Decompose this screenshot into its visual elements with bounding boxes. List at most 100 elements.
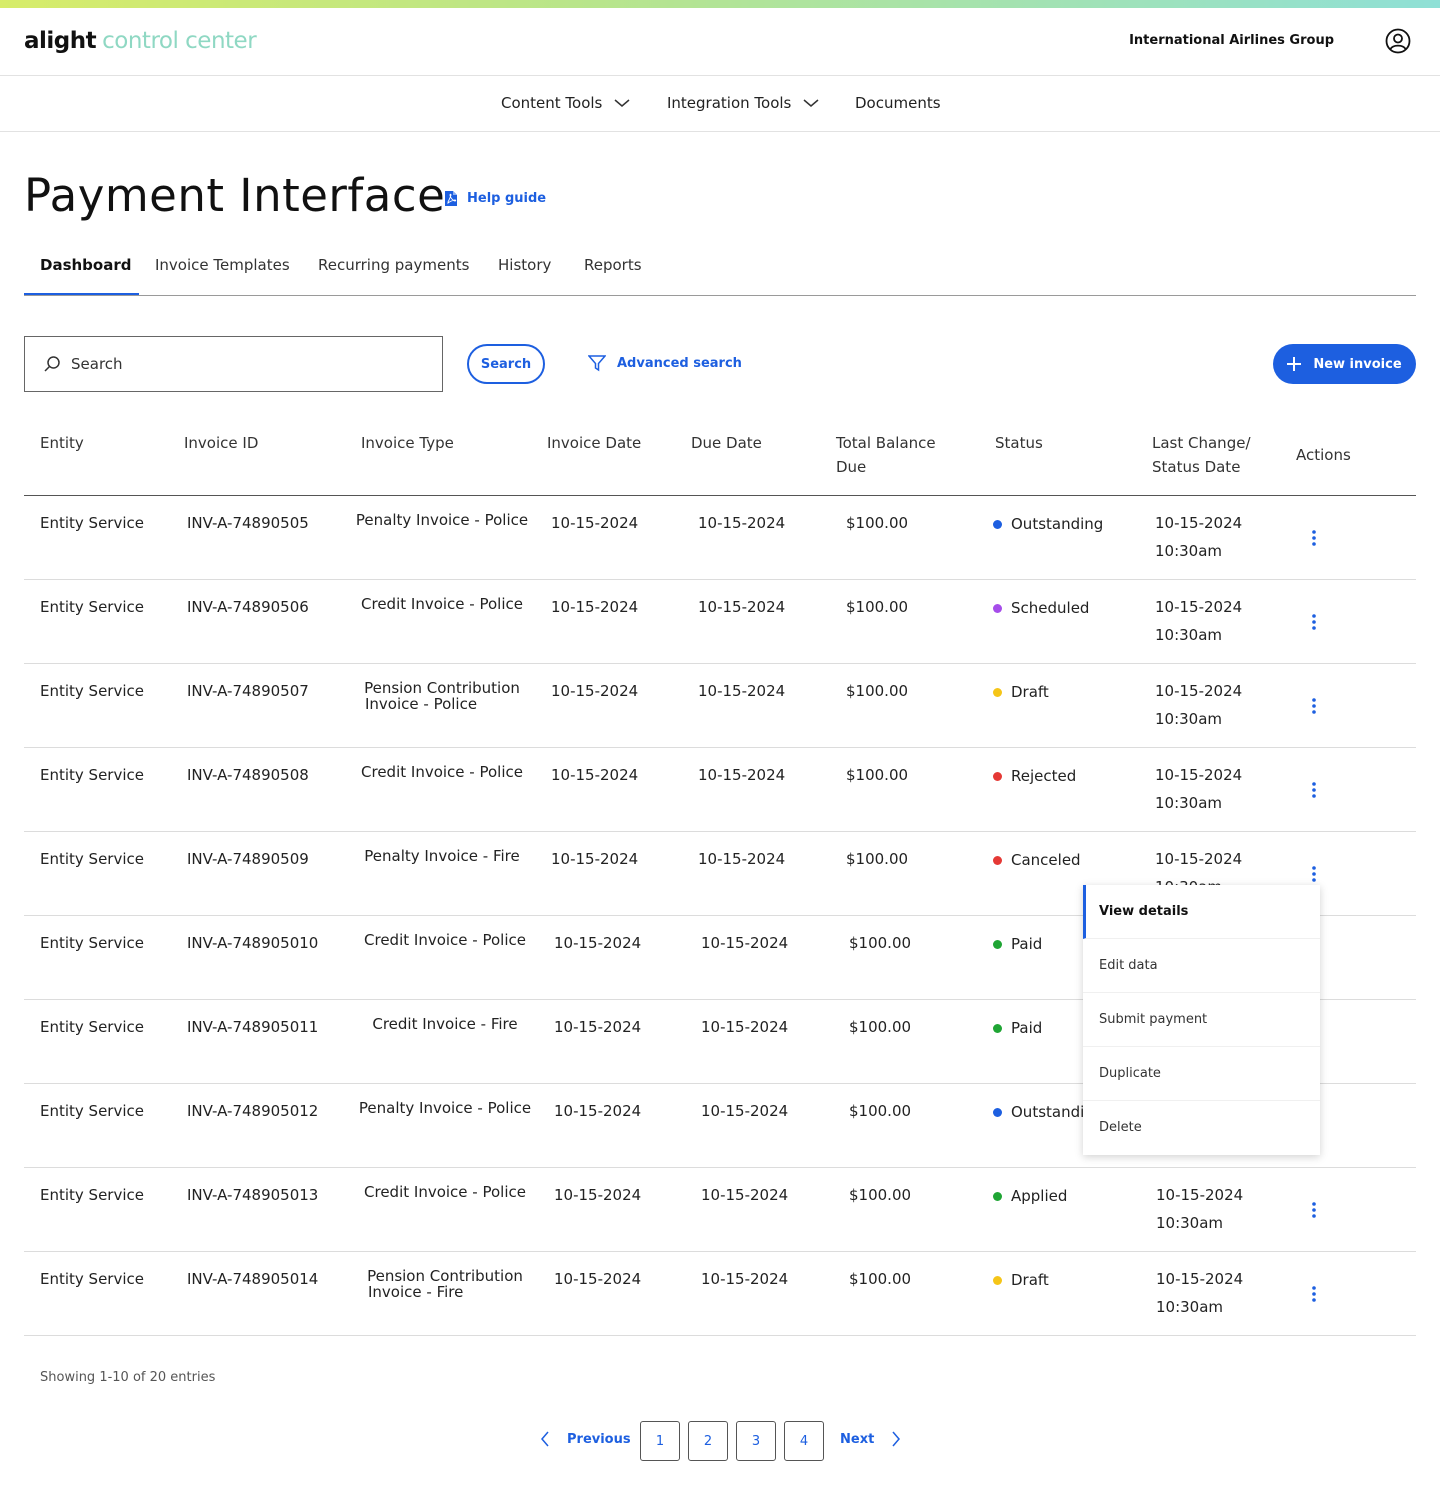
more-actions-icon[interactable] xyxy=(1304,609,1324,635)
page-1-button[interactable]: 1 xyxy=(640,1421,680,1461)
new-invoice-label: New invoice xyxy=(1313,356,1402,372)
cell-due-date: 10-15-2024 xyxy=(698,514,786,532)
app-logo[interactable]: alight control center xyxy=(24,26,257,56)
last-change-time: 10:30am xyxy=(1156,1298,1224,1316)
plus-icon xyxy=(1287,357,1302,371)
last-change-date: 10-15-2024 xyxy=(1155,514,1243,532)
cell-entity: Entity Service xyxy=(40,1270,144,1288)
col-header-entity[interactable]: Entity xyxy=(40,431,84,455)
status-label: Outstanding xyxy=(1011,515,1104,533)
page-3-button[interactable]: 3 xyxy=(736,1421,776,1461)
new-invoice-button[interactable]: New invoice xyxy=(1273,344,1416,384)
status-badge: Paid xyxy=(993,934,1042,954)
active-tab-indicator xyxy=(24,293,139,295)
cell-entity: Entity Service xyxy=(40,850,144,868)
col-header-invoice-id[interactable]: Invoice ID xyxy=(184,431,258,455)
cell-last-change: 10-15-2024 10:30am xyxy=(1155,761,1242,817)
menu-edit-data[interactable]: Edit data xyxy=(1083,939,1320,993)
cell-invoice-date: 10-15-2024 xyxy=(551,850,639,868)
next-page-link[interactable]: Next xyxy=(840,1431,901,1447)
cell-invoice-type: Pension Contribution Invoice - Police xyxy=(342,680,542,712)
more-actions-icon[interactable] xyxy=(1304,777,1324,803)
tab-reports[interactable]: Reports xyxy=(584,255,642,275)
page-2-button[interactable]: 2 xyxy=(688,1421,728,1461)
status-badge: Rejected xyxy=(993,766,1076,786)
cell-entity: Entity Service xyxy=(40,514,144,532)
cell-entity: Entity Service xyxy=(40,1102,144,1120)
search-button[interactable]: Search xyxy=(467,344,545,384)
cell-invoice-type: Credit Invoice - Police xyxy=(345,932,545,948)
last-change-date: 10-15-2024 xyxy=(1155,766,1243,784)
more-actions-icon[interactable] xyxy=(1304,1197,1324,1223)
last-change-date: 10-15-2024 xyxy=(1156,1270,1244,1288)
table-row[interactable]: Entity Service INV-A-748905014 Pension Con… xyxy=(24,1252,1416,1336)
menu-submit-payment[interactable]: Submit payment xyxy=(1083,993,1320,1047)
more-actions-icon[interactable] xyxy=(1304,1281,1324,1307)
col-header-balance[interactable]: Total Balance Due xyxy=(836,431,936,479)
col-header-invoice-date[interactable]: Invoice Date xyxy=(547,431,641,455)
cell-last-change: 10-15-2024 10:30am xyxy=(1155,509,1242,565)
table-row[interactable]: Entity Service INV-A-74890506 Credit Invoi… xyxy=(24,580,1416,664)
last-change-time: 10:30am xyxy=(1155,542,1223,560)
status-badge: Applied xyxy=(993,1186,1067,1206)
cell-due-date: 10-15-2024 xyxy=(698,682,786,700)
status-label: Paid xyxy=(1011,1019,1043,1037)
search-input[interactable] xyxy=(71,355,411,373)
cell-due-date: 10-15-2024 xyxy=(701,1018,789,1036)
cell-invoice-id: INV-A-748905014 xyxy=(187,1270,319,1288)
menu-view-details[interactable]: View details xyxy=(1083,885,1320,939)
advanced-search-link[interactable]: Advanced search xyxy=(588,354,742,372)
status-dot xyxy=(993,1107,1002,1117)
col-header-last-change-line1: Last Change/ xyxy=(1152,434,1251,452)
col-header-due-date[interactable]: Due Date xyxy=(691,431,762,455)
page-title: Payment Interface xyxy=(24,169,446,222)
cell-entity: Entity Service xyxy=(40,1018,144,1036)
more-actions-icon[interactable] xyxy=(1304,525,1324,551)
nav-content-tools[interactable]: Content Tools xyxy=(501,93,630,113)
col-header-last-change-line2: Status Date xyxy=(1152,458,1241,476)
invoice-type-line1: Pension Contribution xyxy=(364,679,520,697)
search-icon xyxy=(44,356,60,372)
previous-label: Previous xyxy=(567,1431,631,1447)
table-row[interactable]: Entity Service INV-A-74890508 Credit Invoi… xyxy=(24,748,1416,832)
last-change-date: 10-15-2024 xyxy=(1156,1186,1244,1204)
help-guide-link[interactable]: Help guide xyxy=(444,190,546,207)
nav-documents[interactable]: Documents xyxy=(855,93,941,113)
col-header-invoice-type[interactable]: Invoice Type xyxy=(361,431,454,455)
status-badge: Outstanding xyxy=(993,514,1103,534)
cell-due-date: 10-15-2024 xyxy=(698,766,786,784)
search-field[interactable] xyxy=(24,336,443,392)
tab-recurring-payments[interactable]: Recurring payments xyxy=(318,255,469,275)
table-row[interactable]: Entity Service INV-A-74890505 Penalty Invo… xyxy=(24,496,1416,580)
status-dot xyxy=(993,519,1002,529)
tab-dashboard[interactable]: Dashboard xyxy=(40,255,131,275)
tab-invoice-templates[interactable]: Invoice Templates xyxy=(155,255,290,275)
col-header-last-change[interactable]: Last Change/ Status Date xyxy=(1152,431,1251,479)
nav-integration-tools[interactable]: Integration Tools xyxy=(667,93,819,113)
nav-item-label: Content Tools xyxy=(501,94,603,112)
tab-history[interactable]: History xyxy=(498,255,551,275)
table-row[interactable]: Entity Service INV-A-74890507 Pension Cont… xyxy=(24,664,1416,748)
last-change-time: 10:30am xyxy=(1155,794,1223,812)
cell-invoice-type: Penalty Invoice - Fire xyxy=(342,848,542,864)
more-actions-icon[interactable] xyxy=(1304,861,1324,887)
status-dot xyxy=(993,1191,1002,1201)
col-header-status[interactable]: Status xyxy=(995,431,1043,455)
more-actions-icon[interactable] xyxy=(1304,693,1324,719)
cell-invoice-type: Credit Invoice - Police xyxy=(342,596,542,612)
filter-icon xyxy=(588,355,606,372)
last-change-date: 10-15-2024 xyxy=(1155,598,1243,616)
menu-duplicate[interactable]: Duplicate xyxy=(1083,1047,1320,1101)
cell-invoice-date: 10-15-2024 xyxy=(551,598,639,616)
status-dot xyxy=(993,855,1002,865)
status-label: Rejected xyxy=(1011,767,1077,785)
table-row[interactable]: Entity Service INV-A-748905013 Credit Invo… xyxy=(24,1168,1416,1252)
cell-invoice-id: INV-A-748905010 xyxy=(187,934,319,952)
cell-invoice-id: INV-A-74890508 xyxy=(187,766,309,784)
page-4-button[interactable]: 4 xyxy=(784,1421,824,1461)
user-circle-icon[interactable] xyxy=(1385,28,1411,54)
menu-delete[interactable]: Delete xyxy=(1083,1101,1320,1155)
previous-page-link[interactable]: Previous xyxy=(540,1431,631,1447)
cell-last-change: 10-15-2024 10:30am xyxy=(1156,1265,1243,1321)
cell-invoice-date: 10-15-2024 xyxy=(551,682,639,700)
